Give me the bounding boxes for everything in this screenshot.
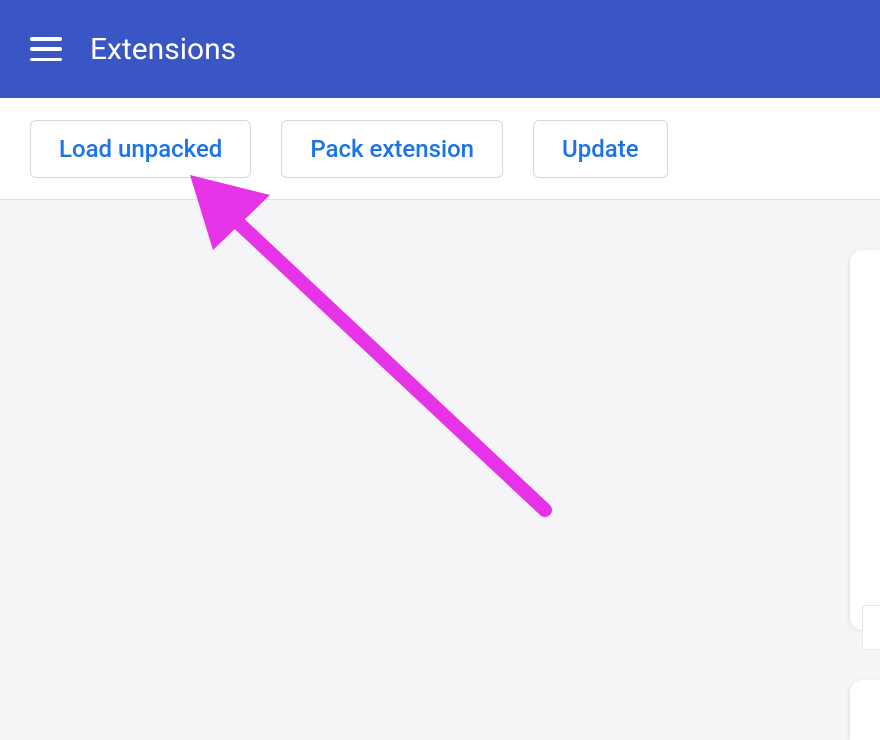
page-title: Extensions bbox=[90, 32, 236, 67]
extension-card-peek bbox=[850, 250, 880, 630]
content-area bbox=[0, 200, 880, 716]
app-header: Extensions bbox=[0, 0, 880, 98]
update-button[interactable]: Update bbox=[533, 120, 668, 178]
card-inner-element bbox=[862, 605, 880, 650]
toolbar: Load unpacked Pack extension Update bbox=[0, 98, 880, 200]
load-unpacked-button[interactable]: Load unpacked bbox=[30, 120, 251, 178]
hamburger-menu-icon[interactable] bbox=[30, 37, 62, 61]
extension-card-peek bbox=[850, 680, 880, 740]
pack-extension-button[interactable]: Pack extension bbox=[281, 120, 503, 178]
